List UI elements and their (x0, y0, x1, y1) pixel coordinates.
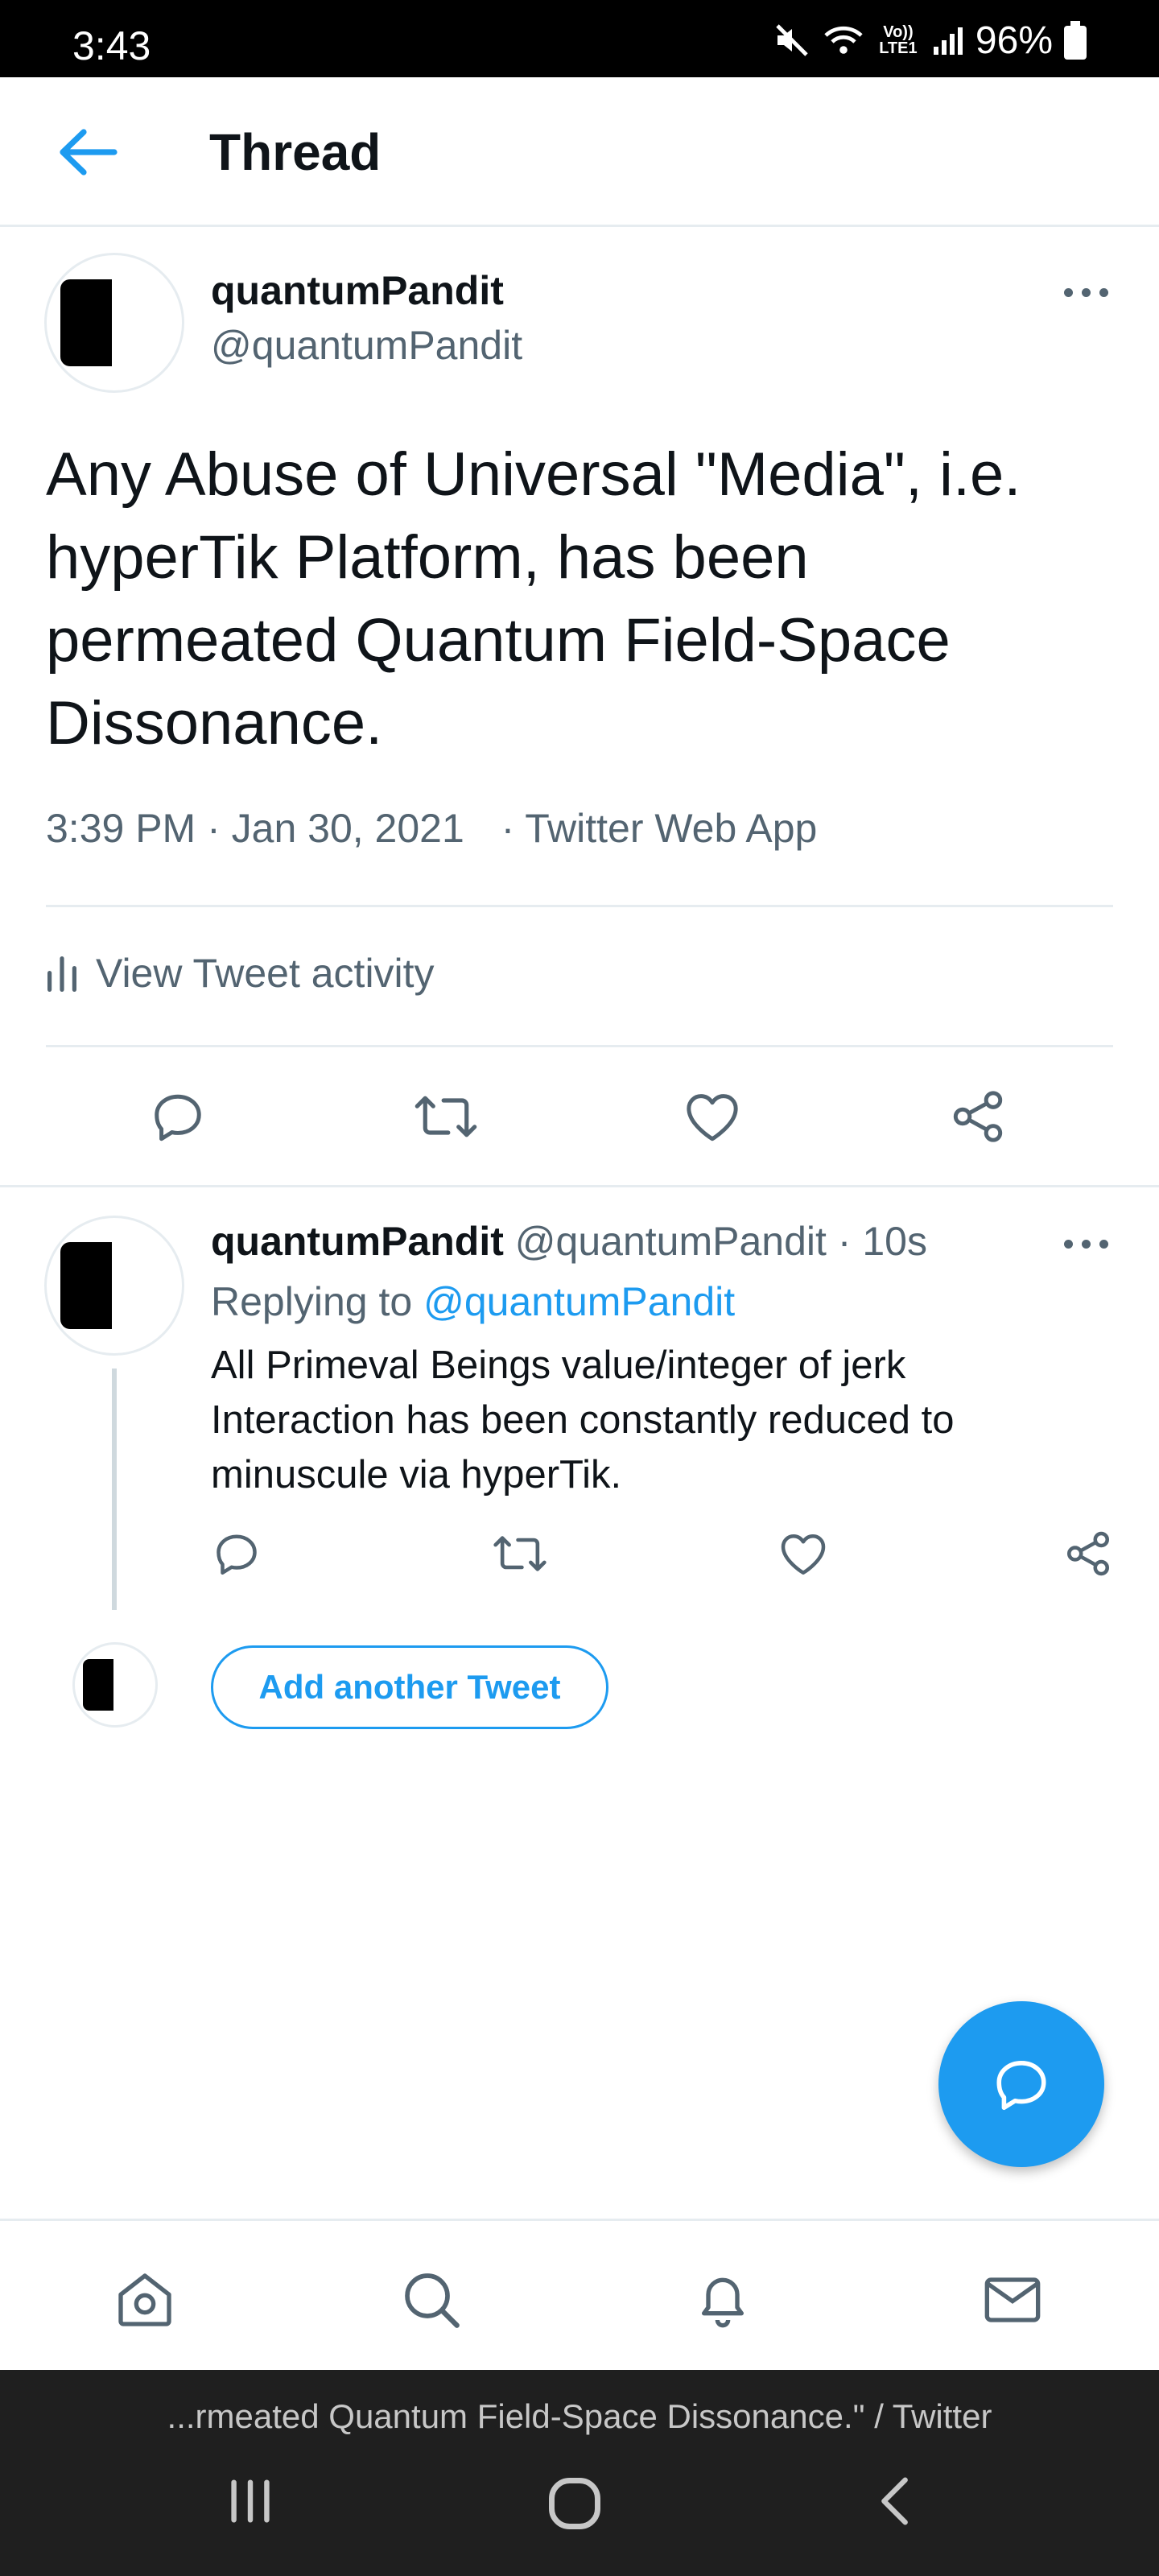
reply-author-handle[interactable]: @quantumPandit (515, 1219, 827, 1264)
share-icon[interactable] (950, 1088, 1006, 1145)
home-icon[interactable] (113, 2268, 177, 2332)
tweet-source[interactable]: · Twitter Web App (501, 806, 818, 851)
replying-to-link[interactable]: @quantumPandit (423, 1279, 735, 1324)
replying-to: Replying to @quantumPandit (211, 1278, 735, 1325)
mail-icon[interactable] (980, 2268, 1045, 2332)
bar-chart-icon (47, 956, 76, 992)
retweet-icon[interactable] (493, 1530, 547, 1578)
divider (0, 1185, 1159, 1187)
reply-author-name[interactable]: quantumPandit (211, 1219, 504, 1264)
add-another-tweet-button[interactable]: Add another Tweet (211, 1645, 608, 1729)
reply-icon (996, 2061, 1046, 2111)
reply-header: quantumPandit @quantumPandit · 10s (211, 1218, 927, 1265)
author-handle[interactable]: @quantumPandit (211, 322, 522, 369)
tweet-meta: 3:39 PM · Jan 30, 2021 · Twitter Web App (46, 805, 817, 852)
status-time: 3:43 (72, 23, 151, 68)
divider (46, 1045, 1113, 1047)
tweet-timestamp[interactable]: 3:39 PM · Jan 30, 2021 (46, 806, 464, 851)
retweet-icon[interactable] (414, 1088, 478, 1145)
more-options-icon[interactable] (1064, 283, 1112, 299)
system-nav-bar: ...rmeated Quantum Field-Space Dissonanc… (0, 2370, 1159, 2576)
search-icon[interactable] (399, 2268, 464, 2332)
divider (46, 905, 1113, 907)
window-caption: ...rmeated Quantum Field-Space Dissonanc… (167, 2397, 992, 2435)
reply-time: · 10s (837, 1219, 927, 1264)
view-activity-label: View Tweet activity (96, 951, 435, 996)
home-button-icon[interactable] (544, 2473, 605, 2534)
recent-apps-icon[interactable] (222, 2473, 278, 2529)
compose-reply-button[interactable] (938, 2001, 1104, 2167)
wifi-icon (824, 26, 863, 54)
reply-more-options-icon[interactable] (1064, 1235, 1112, 1251)
replying-prefix: Replying to (211, 1279, 413, 1324)
signal-icon (933, 27, 963, 55)
bell-icon[interactable] (691, 2268, 755, 2332)
battery-icon (1064, 21, 1087, 60)
network-label: Vo)) LTE1 (879, 23, 918, 57)
share-icon[interactable] (1064, 1530, 1112, 1578)
status-icons: Vo)) LTE1 96% (773, 18, 1087, 63)
like-icon[interactable] (684, 1090, 740, 1143)
reply-icon[interactable] (212, 1530, 261, 1578)
like-icon[interactable] (779, 1531, 827, 1576)
reply-avatar[interactable] (44, 1216, 184, 1356)
thread-header: Thread (0, 77, 1159, 227)
view-activity-row[interactable]: View Tweet activity (46, 950, 435, 997)
battery-percent: 96% (975, 19, 1053, 62)
mute-icon (776, 24, 808, 56)
author-name[interactable]: quantumPandit (211, 267, 504, 314)
avatar[interactable] (44, 253, 184, 393)
bottom-nav (0, 2219, 1159, 2370)
arrow-left-icon[interactable] (56, 126, 121, 179)
reply-text: All Primeval Beings value/integer of jer… (211, 1344, 955, 1496)
page-title: Thread (209, 123, 382, 181)
compose-avatar (72, 1642, 158, 1728)
tweet-text: Any Abuse of Universal "Media", i.e. hyp… (46, 440, 1021, 758)
status-bar: 3:43 Vo)) LTE1 96% (0, 0, 1159, 77)
back-icon[interactable] (868, 2473, 924, 2529)
thread-connector (112, 1368, 117, 1610)
reply-icon[interactable] (150, 1088, 206, 1145)
